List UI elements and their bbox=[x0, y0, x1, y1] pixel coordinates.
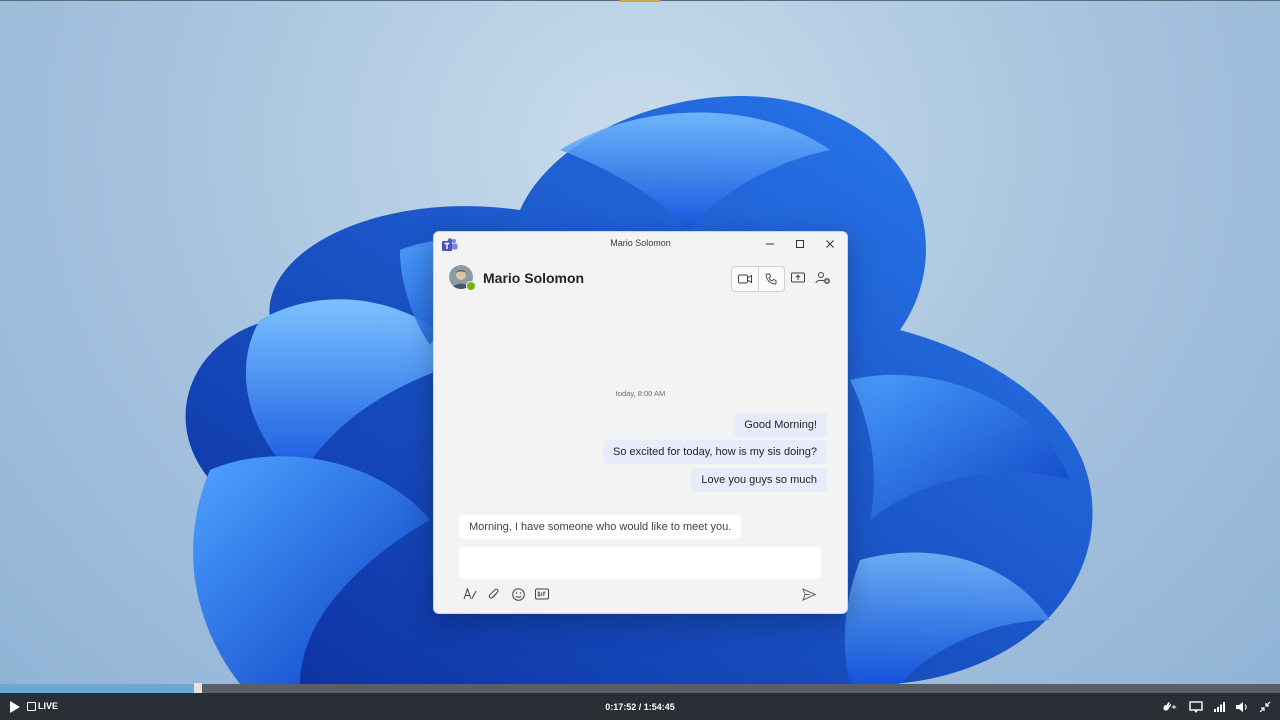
video-call-button[interactable] bbox=[732, 267, 758, 291]
attach-button[interactable] bbox=[486, 586, 502, 602]
attach-icon bbox=[488, 588, 499, 599]
chat-header: Mario Solomon bbox=[434, 262, 847, 298]
minimize-button[interactable] bbox=[755, 234, 785, 254]
sign-language-button[interactable] bbox=[1162, 699, 1178, 715]
fullscreen-button[interactable] bbox=[1257, 699, 1273, 715]
video-player-controls: LIVE 0:17:52 / 1:54:45 bbox=[0, 693, 1280, 720]
share-screen-button[interactable] bbox=[789, 270, 807, 286]
close-icon bbox=[826, 240, 834, 248]
sent-message[interactable]: So excited for today, how is my sis doin… bbox=[602, 440, 827, 464]
volume-button[interactable] bbox=[1234, 699, 1250, 715]
gif-icon bbox=[535, 588, 549, 600]
maximize-button[interactable] bbox=[785, 234, 815, 254]
sent-message[interactable]: Good Morning! bbox=[734, 413, 827, 437]
playback-time: 0:17:52 / 1:54:45 bbox=[605, 702, 675, 712]
call-button-group bbox=[731, 266, 785, 292]
audio-call-button[interactable] bbox=[757, 267, 785, 291]
avatar[interactable] bbox=[449, 265, 476, 291]
contact-name: Mario Solomon bbox=[483, 270, 585, 286]
sign-language-icon bbox=[1163, 702, 1177, 711]
format-button[interactable] bbox=[462, 586, 478, 602]
emoji-button[interactable] bbox=[510, 586, 526, 602]
screen-top-accent bbox=[620, 0, 660, 2]
audio-call-icon bbox=[765, 273, 777, 285]
gif-button[interactable] bbox=[534, 586, 550, 602]
format-icon bbox=[463, 588, 477, 600]
exit-fullscreen-icon bbox=[1259, 701, 1271, 713]
message-timestamp: today, 8:00 AM bbox=[615, 389, 666, 398]
captions-icon bbox=[1189, 700, 1203, 713]
message-compose-input[interactable] bbox=[459, 547, 821, 579]
emoji-icon bbox=[511, 587, 525, 601]
share-screen-icon bbox=[791, 272, 805, 283]
minimize-icon bbox=[766, 243, 774, 245]
presence-badge bbox=[466, 281, 476, 291]
send-icon bbox=[802, 587, 816, 601]
close-button[interactable] bbox=[815, 234, 845, 254]
signal-bars-icon bbox=[1214, 702, 1225, 712]
add-people-button[interactable] bbox=[814, 270, 832, 286]
teams-chat-window: Mario Solomon Mario Solomon today, 8:00 … bbox=[433, 231, 848, 614]
add-people-icon bbox=[815, 272, 830, 284]
volume-icon bbox=[1236, 702, 1247, 712]
received-message[interactable]: Morning, I have someone who would like t… bbox=[459, 515, 742, 539]
sent-message[interactable]: Love you guys so much bbox=[691, 468, 827, 492]
title-bar[interactable]: Mario Solomon bbox=[434, 232, 847, 256]
quality-button[interactable] bbox=[1211, 699, 1227, 715]
video-call-icon bbox=[737, 274, 752, 284]
seek-bar-progress bbox=[0, 684, 199, 693]
compose-toolbar bbox=[462, 586, 550, 602]
send-button[interactable] bbox=[801, 586, 817, 602]
captions-button[interactable] bbox=[1188, 699, 1204, 715]
seek-handle[interactable] bbox=[194, 683, 203, 693]
maximize-icon bbox=[796, 240, 804, 248]
